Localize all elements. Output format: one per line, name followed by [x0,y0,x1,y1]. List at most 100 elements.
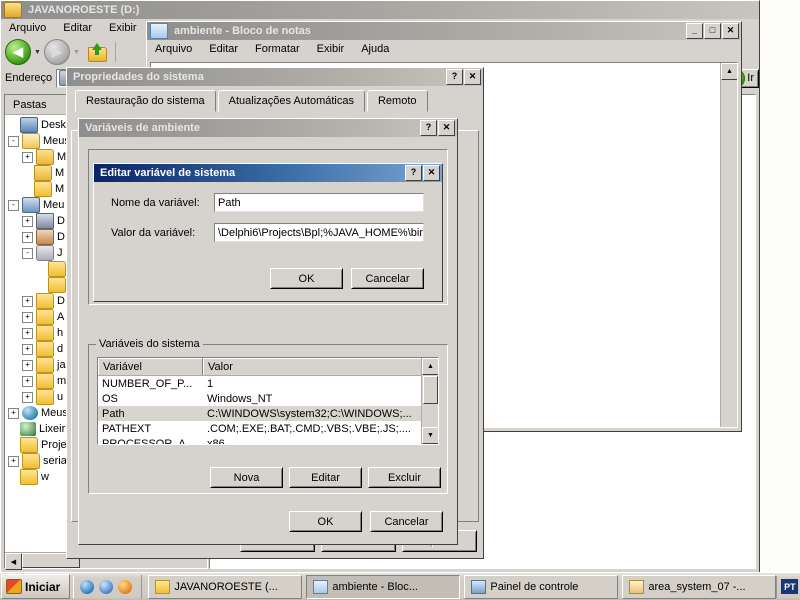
envvars-help-button[interactable]: ? [420,120,437,136]
tree-toggle-expand-icon[interactable]: + [22,151,33,163]
sysprops-tab[interactable]: Restauração do sistema [75,90,216,112]
system-variables-header[interactable]: Variável Valor [98,358,438,376]
system-variables-vscrollbar[interactable]: ▲ ▼ [421,358,438,444]
folder-icon [20,437,38,453]
variable-name-input[interactable]: Path [214,193,424,212]
tree-toggle-expand-icon[interactable]: + [22,295,33,307]
tree-item-label: M [55,167,65,179]
taskbar-tasks[interactable]: JAVANOROESTE (... ambiente - Bloc... Paine… [141,574,777,599]
editvar-close-button[interactable]: ✕ [423,165,440,181]
envvars-titlebar[interactable]: Variáveis de ambiente ? ✕ [79,119,457,137]
start-button[interactable]: Iniciar [1,574,71,599]
taskbar[interactable]: Iniciar JAVANOROESTE (... ambiente - Bloc… [0,572,800,600]
tree-toggle-expand-icon[interactable]: + [22,375,33,387]
taskbar-task[interactable]: ambiente - Bloc... [306,574,461,599]
system-variables-buttons[interactable]: Nova Editar Excluir [210,467,441,488]
column-header-value[interactable]: Valor [203,358,422,375]
tree-toggle-expand-icon[interactable]: + [22,231,33,243]
language-indicator[interactable]: PT [781,579,799,594]
tree-toggle-expand-icon[interactable]: + [22,311,33,323]
notepad-menu-arquivo[interactable]: Arquivo [153,42,194,56]
back-dropdown-icon[interactable]: ▼ [34,49,41,56]
back-button[interactable]: ◀ [5,39,31,65]
table-row[interactable]: Path C:\WINDOWS\system32;C:\WINDOWS;... [98,406,438,421]
notepad-scroll-up-button[interactable]: ▲ [721,63,737,80]
system-variables-button[interactable]: Nova [210,467,283,488]
editvar-help-button[interactable]: ? [405,165,422,181]
up-button[interactable] [86,42,108,62]
notepad-menu-ajuda[interactable]: Ajuda [359,42,391,56]
envvars-dialog-buttons[interactable]: OK Cancelar [289,511,443,532]
tree-toggle-expand-icon[interactable]: + [22,343,33,355]
notepad-menu-formatar[interactable]: Formatar [253,42,302,56]
sysvars-scroll-up-button[interactable]: ▲ [422,358,438,375]
tree-toggle-expand-icon[interactable]: + [22,215,33,227]
editvar-button[interactable]: OK [270,268,343,289]
table-row[interactable]: NUMBER_OF_P... 1 [98,376,438,391]
tree-item-label: A [57,311,65,323]
sysprops-help-button[interactable]: ? [446,69,463,85]
menu-exibir[interactable]: Exibir [107,21,139,35]
system-variables-button[interactable]: Excluir [368,467,441,488]
explorer-titlebar[interactable]: JAVANOROESTE (D:) [1,1,759,19]
column-header-variable[interactable]: Variável [98,358,203,375]
tree-toggle-collapse-icon[interactable]: - [8,199,19,211]
variable-value-text: \Delphi6\Projects\Bpl;%JAVA_HOME%\bin [218,226,424,239]
edit-variable-dialog[interactable]: Editar variável de sistema ? ✕ Nome da v… [93,163,443,302]
tree-toggle-expand-icon[interactable]: + [22,391,33,403]
sysprops-tab[interactable]: Remoto [366,90,428,112]
editvar-button[interactable]: Cancelar [351,268,424,289]
variable-value-cell: x86 [207,437,225,445]
tree-toggle-collapse-icon[interactable]: - [8,135,19,147]
system-tray[interactable]: PT « 14:19 [776,575,800,598]
outlook-express-icon[interactable] [99,579,114,594]
editvar-buttons[interactable]: OK Cancelar [270,268,424,289]
sysvars-scroll-thumb[interactable] [423,376,438,404]
folder-icon [34,181,52,197]
tree-toggle-expand-icon[interactable]: + [22,327,33,339]
tree-toggle-expand-icon[interactable]: + [8,455,19,467]
sysvars-scroll-down-button[interactable]: ▼ [422,427,438,444]
notepad-minimize-button[interactable]: _ [686,23,703,39]
table-row[interactable]: PROCESSOR_A... x86 [98,436,438,445]
notepad-vscrollbar[interactable]: ▲ [720,63,737,427]
system-variables-rows[interactable]: NUMBER_OF_P... 1 OS Windows_NT Path C:\WINDOW… [98,376,438,445]
notepad-menu-editar[interactable]: Editar [207,42,240,56]
notepad-close-button[interactable]: ✕ [722,23,739,39]
envvars-dialog-button[interactable]: Cancelar [370,511,443,532]
envvars-dialog-button[interactable]: OK [289,511,362,532]
folder-icon [36,373,54,389]
sysprops-tab[interactable]: Atualizações Automáticas [217,90,365,112]
table-row[interactable]: OS Windows_NT [98,391,438,406]
variable-value-input[interactable]: \Delphi6\Projects\Bpl;%JAVA_HOME%\bin [214,223,424,242]
folder-icon [155,579,171,594]
sysprops-close-button[interactable]: ✕ [464,69,481,85]
menu-editar[interactable]: Editar [61,21,94,35]
sysprops-tabstrip[interactable]: Restauração do sistema Atualizações Autom… [71,90,479,112]
tree-toggle-expand-icon[interactable]: + [22,359,33,371]
sysprops-titlebar[interactable]: Propriedades do sistema ? ✕ [67,68,483,86]
notepad-menu-exibir[interactable]: Exibir [315,42,347,56]
taskbar-task[interactable]: area_system_07 -... [622,574,777,599]
button-label: Cancelar [365,272,410,285]
menu-arquivo[interactable]: Arquivo [7,21,48,35]
variable-value-cell: 1 [207,377,214,390]
system-variables-button[interactable]: Editar [289,467,362,488]
folder-icon [20,469,38,485]
tree-toggle-collapse-icon[interactable]: - [22,247,33,259]
table-row[interactable]: PATHEXT .COM;.EXE;.BAT;.CMD;.VBS;.VBE;.JS… [98,421,438,436]
taskbar-task[interactable]: JAVANOROESTE (... [148,574,303,599]
scroll-left-button[interactable]: ◀ [5,553,22,570]
notepad-maximize-button[interactable]: □ [704,23,721,39]
notepad-menubar[interactable]: Arquivo Editar Formatar Exibir Ajuda [147,40,741,58]
media-player-icon[interactable] [118,579,133,594]
tree-toggle-expand-icon[interactable]: + [8,407,19,419]
envvars-close-button[interactable]: ✕ [438,120,455,136]
quick-launch-bar[interactable] [73,575,138,598]
notepad-titlebar[interactable]: ambiente - Bloco de notas _ □ ✕ [147,22,741,40]
taskbar-task-label: area_system_07 -... [648,580,746,593]
internet-explorer-icon[interactable] [80,579,95,594]
editvar-titlebar[interactable]: Editar variável de sistema ? ✕ [94,164,442,182]
taskbar-task[interactable]: Painel de controle [464,574,619,599]
system-variables-list[interactable]: Variável Valor NUMBER_OF_P... 1 OS Windows_… [97,357,439,445]
